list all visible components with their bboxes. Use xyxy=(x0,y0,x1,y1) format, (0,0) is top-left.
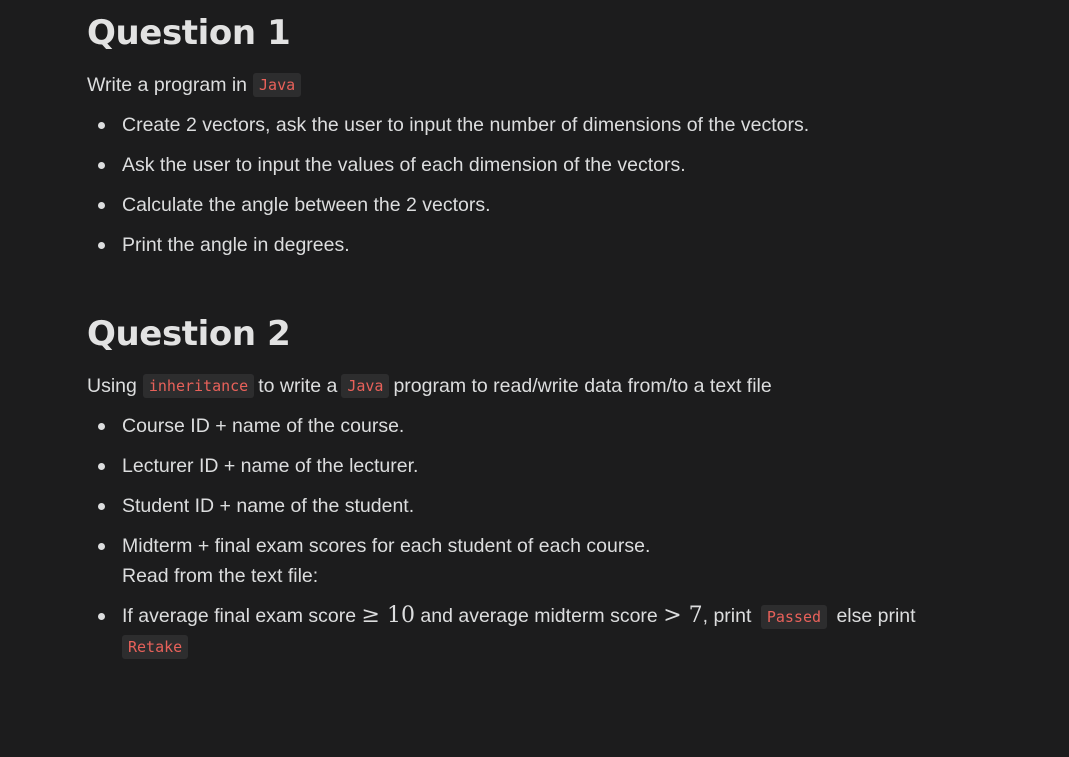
list-item-text: Student ID + name of the student. xyxy=(122,495,415,517)
list-item: Lecturer ID + name of the lecturer. xyxy=(87,453,916,493)
bullet-icon xyxy=(98,613,105,620)
list-item-line2: Retake xyxy=(122,633,916,659)
list-item: Course ID + name of the course. xyxy=(87,413,916,453)
bullet-icon xyxy=(98,242,105,249)
list-item: Student ID + name of the student. xyxy=(87,493,916,533)
lead-text: Write a program in xyxy=(87,74,248,96)
lead-text: program to read/write data from/to a tex… xyxy=(393,375,772,397)
math-expression: > 7 xyxy=(663,603,703,628)
lead-text: to write a xyxy=(258,375,338,397)
inline-code-retake: Retake xyxy=(122,635,189,659)
list-item: If average final exam score ≥ 10 and ave… xyxy=(87,603,916,663)
question-2-list: Course ID + name of the course. Lecturer… xyxy=(87,413,916,663)
math-expression: ≥ 10 xyxy=(361,603,415,628)
bullet-icon xyxy=(98,122,105,129)
inline-code-passed: Passed xyxy=(760,605,828,629)
list-item-text: Create 2 vectors, ask the user to input … xyxy=(122,114,810,136)
question-1-lead: Write a program in Java xyxy=(87,72,305,98)
list-item-subtext: Read from the text file: xyxy=(122,565,319,587)
list-item-text: else print xyxy=(836,605,916,627)
list-item: Ask the user to input the values of each… xyxy=(87,152,809,192)
list-item: Create 2 vectors, ask the user to input … xyxy=(87,112,809,152)
question-1-list: Create 2 vectors, ask the user to input … xyxy=(87,112,809,272)
bullet-icon xyxy=(98,543,105,550)
inline-code-inheritance: inheritance xyxy=(142,374,255,398)
list-item-text: , print xyxy=(702,605,752,627)
question-2-lead: Using inheritance to write a Java progra… xyxy=(87,373,772,399)
bullet-icon xyxy=(98,463,105,470)
inline-code-java: Java xyxy=(341,374,390,398)
list-item-text: Ask the user to input the values of each… xyxy=(122,154,686,176)
bullet-icon xyxy=(98,423,105,430)
bullet-icon xyxy=(98,503,105,510)
question-1-heading: Question 1 xyxy=(87,13,291,53)
bullet-icon xyxy=(98,162,105,169)
list-item-text: Calculate the angle between the 2 vector… xyxy=(122,194,491,216)
inline-code-java: Java xyxy=(253,73,302,97)
list-item-text: Print the angle in degrees. xyxy=(122,234,350,256)
list-item: Calculate the angle between the 2 vector… xyxy=(87,192,809,232)
lead-text: Using xyxy=(87,375,137,397)
question-2-heading: Question 2 xyxy=(87,314,291,354)
list-item-text: Course ID + name of the course. xyxy=(122,415,405,437)
list-item: Print the angle in degrees. xyxy=(87,232,809,272)
list-item: Midterm + final exam scores for each stu… xyxy=(87,533,916,603)
list-item-text: and average midterm score xyxy=(420,605,658,627)
list-item-text: Lecturer ID + name of the lecturer. xyxy=(122,455,419,477)
bullet-icon xyxy=(98,202,105,209)
list-item-text: Midterm + final exam scores for each stu… xyxy=(122,535,651,557)
list-item-text: If average final exam score xyxy=(122,605,357,627)
